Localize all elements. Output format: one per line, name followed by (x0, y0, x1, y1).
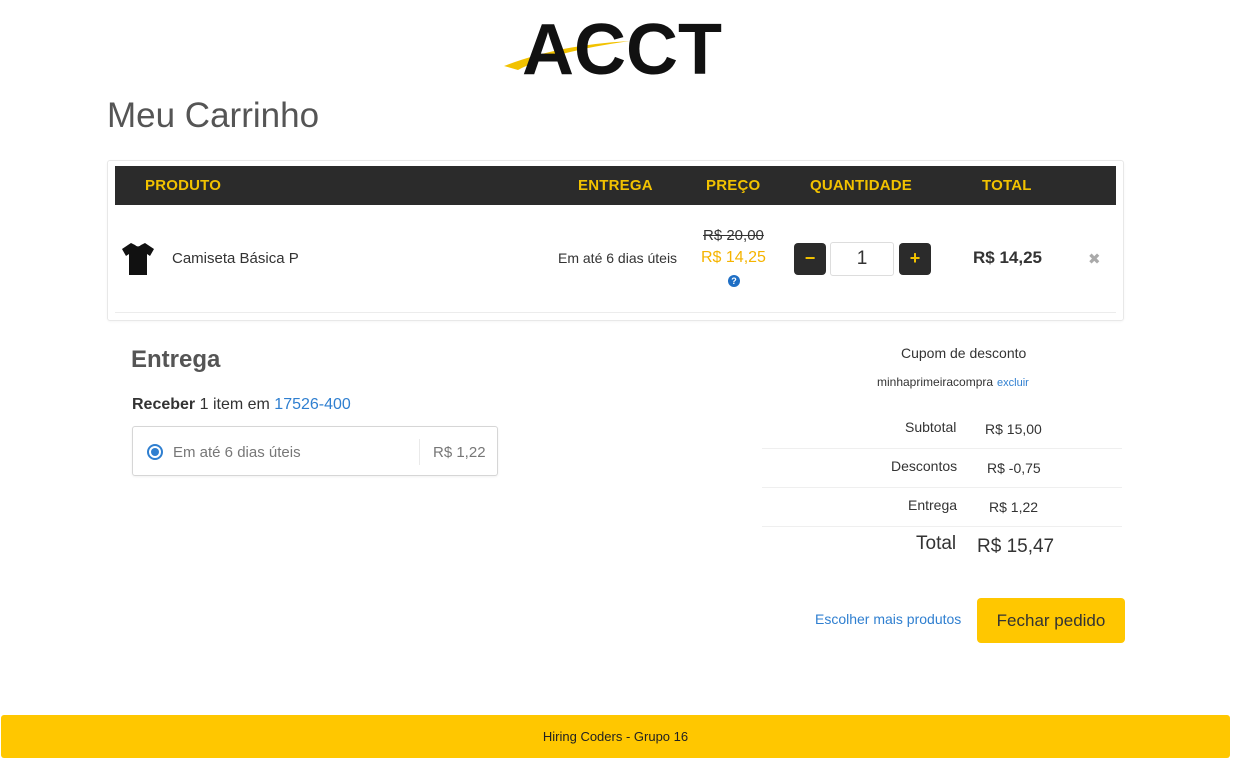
coupon-title: Cupom de desconto (901, 345, 1027, 361)
divider (762, 526, 1122, 527)
total-value: R$ 15,47 (977, 536, 1055, 557)
logo-text: ACCT (522, 10, 722, 80)
receive-prefix: Receber (132, 396, 196, 413)
decrease-quantity-button[interactable]: − (794, 243, 826, 275)
price-new: R$ 14,25 (701, 249, 766, 266)
remove-item-icon[interactable]: ✖ (1088, 250, 1101, 268)
row-total: R$ 14,25 (973, 248, 1042, 267)
logo-image: ACCT (504, 10, 722, 90)
shipping-summary-value: R$ 1,22 (989, 499, 1039, 515)
divider (762, 448, 1122, 449)
divider (419, 439, 420, 465)
shipping-summary-label: Entrega (908, 497, 958, 513)
cart-row: Camiseta Básica P Em até 6 dias úteis R$… (115, 205, 1116, 313)
subtotal-value: R$ 15,00 (985, 421, 1042, 437)
total-label: Total (916, 533, 957, 554)
tshirt-icon (121, 241, 155, 277)
coupon-remove-link[interactable]: excluir (997, 377, 1029, 389)
product-delivery: Em até 6 dias úteis (558, 250, 678, 266)
zip-link[interactable]: 17526-400 (274, 396, 351, 413)
help-icon[interactable]: ? (728, 275, 740, 287)
product-name[interactable]: Camiseta Básica P (172, 250, 299, 267)
header-quantity: QUANTIDADE (810, 177, 912, 194)
page-title: Meu Carrinho (107, 96, 320, 135)
header-product: PRODUTO (145, 177, 222, 194)
shipping-option-price: R$ 1,22 (433, 444, 486, 461)
increase-quantity-button[interactable]: + (899, 243, 931, 275)
more-products-link[interactable]: Escolher mais produtos (815, 611, 961, 627)
coupon-code: minhaprimeiracompra (877, 375, 994, 389)
discount-label: Descontos (891, 458, 958, 474)
shipping-radio[interactable] (147, 444, 163, 460)
header-price: PREÇO (706, 177, 761, 194)
shipping-title: Entrega (131, 346, 221, 373)
shipping-option[interactable]: Em até 6 dias úteis R$ 1,22 (132, 426, 498, 476)
discount-value: R$ -0,75 (987, 460, 1041, 476)
divider (762, 487, 1122, 488)
acct-logo: ACCT (500, 8, 740, 90)
receive-line: Receber 1 item em 17526-400 (132, 396, 351, 414)
subtotal-label: Subtotal (905, 419, 957, 435)
footer: Hiring Coders - Grupo 16 (1, 715, 1230, 758)
header-total: TOTAL (982, 177, 1032, 194)
header-delivery: ENTREGA (578, 177, 653, 194)
quantity-input[interactable]: 1 (830, 242, 894, 276)
checkout-button[interactable]: Fechar pedido (977, 598, 1125, 643)
cart-header: PRODUTO ENTREGA PREÇO QUANTIDADE TOTAL (115, 166, 1116, 205)
shipping-option-label: Em até 6 dias úteis (173, 444, 301, 461)
receive-middle: 1 item em (195, 396, 275, 413)
price-old: R$ 20,00 (703, 227, 764, 244)
coupon-code-line: minhaprimeiracompra excluir (877, 375, 1029, 389)
